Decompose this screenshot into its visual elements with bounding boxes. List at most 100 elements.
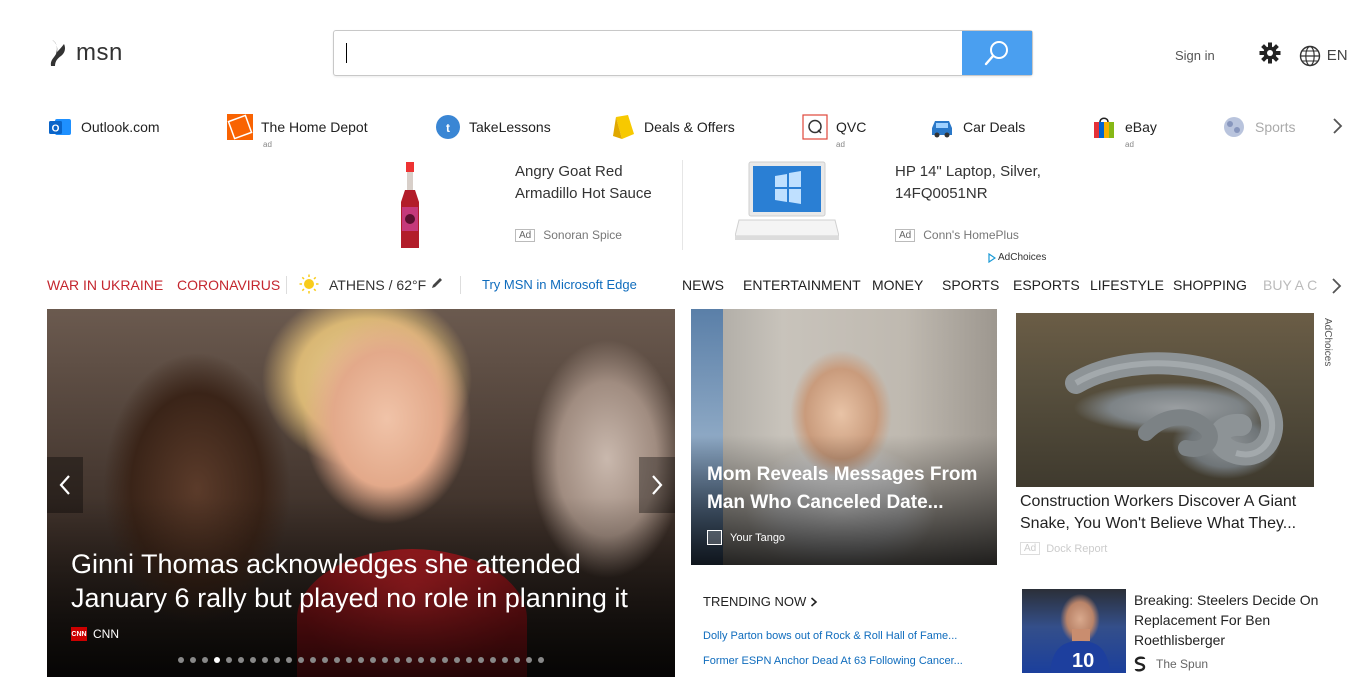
nav-coronavirus[interactable]: CORONAVIRUS	[177, 277, 280, 293]
carousel-dot[interactable]	[502, 657, 508, 663]
nav-news[interactable]: NEWS	[682, 277, 724, 293]
carousel-dot[interactable]	[382, 657, 388, 663]
quicklink-qvc[interactable]: QVC ad	[802, 114, 867, 149]
nav-next-button[interactable]	[1331, 278, 1343, 299]
hero-next-button[interactable]	[639, 457, 675, 513]
carousel-dot[interactable]	[214, 657, 220, 663]
nav-esports[interactable]: ESPORTS	[1013, 277, 1080, 293]
carousel-dot[interactable]	[202, 657, 208, 663]
nav-separator	[460, 276, 461, 294]
quicklink-ebay[interactable]: eBay ad	[1091, 114, 1157, 149]
nav-lifestyle[interactable]: LIFESTYLE	[1090, 277, 1164, 293]
nav-war-in-ukraine[interactable]: WAR IN UKRAINE	[47, 277, 163, 293]
carousel-dot[interactable]	[490, 657, 496, 663]
carousel-dot[interactable]	[454, 657, 460, 663]
carousel-dot[interactable]	[370, 657, 376, 663]
language-label: EN	[1326, 47, 1348, 64]
carousel-dot[interactable]	[238, 657, 244, 663]
carousel-dot[interactable]	[262, 657, 268, 663]
story-card-your-tango[interactable]: Mom Reveals Messages From Man Who Cancel…	[691, 309, 997, 565]
carousel-dot[interactable]	[394, 657, 400, 663]
carousel-dot[interactable]	[322, 657, 328, 663]
hero-prev-button[interactable]	[47, 457, 83, 513]
carousel-dot[interactable]	[466, 657, 472, 663]
carousel-dot[interactable]	[418, 657, 424, 663]
carousel-dot[interactable]	[190, 657, 196, 663]
carousel-dot[interactable]	[310, 657, 316, 663]
settings-button[interactable]	[1259, 42, 1281, 69]
language-selector[interactable]: EN	[1299, 45, 1348, 67]
chevron-right-icon	[1333, 118, 1343, 134]
steelers-story-image[interactable]: 10	[1022, 589, 1126, 673]
hero-headline[interactable]: Ginni Thomas acknowledges she attended J…	[71, 547, 671, 615]
trending-item[interactable]: Dolly Parton bows out of Rock & Roll Hal…	[703, 630, 957, 642]
carousel-dot[interactable]	[178, 657, 184, 663]
quicklink-label: TakeLessons	[469, 119, 551, 135]
carousel-dot[interactable]	[250, 657, 256, 663]
ad-laptop[interactable]: HP 14" Laptop, Silver, 14FQ0051NR Ad Con…	[735, 160, 1045, 255]
quicklink-sports[interactable]: Sports	[1221, 114, 1295, 140]
ad-headline[interactable]: Construction Workers Discover A Giant Sn…	[1020, 491, 1312, 535]
nav-entertainment[interactable]: ENTERTAINMENT	[743, 277, 861, 293]
ad-label: ad	[1125, 140, 1134, 149]
quicklink-label: eBay	[1125, 119, 1157, 135]
carousel-dot[interactable]	[298, 657, 304, 663]
ad-hot-sauce[interactable]: Angry Goat Red Armadillo Hot Sauce Ad So…	[385, 160, 675, 255]
nav-buy-a-car[interactable]: BUY A C	[1263, 277, 1323, 293]
adchoices-link[interactable]: AdChoices	[988, 252, 1046, 263]
ad-divider	[682, 160, 683, 250]
ad-attribution: Ad Conn's HomePlus	[895, 228, 1019, 242]
ad-card-snake[interactable]: Construction Workers Discover A Giant Sn…	[1016, 313, 1314, 563]
carousel-dot[interactable]	[226, 657, 232, 663]
quicklink-takelessons[interactable]: t TakeLessons	[435, 114, 551, 140]
search-button[interactable]	[962, 31, 1032, 75]
carousel-dot[interactable]	[514, 657, 520, 663]
search-input[interactable]	[334, 31, 962, 75]
steelers-headline[interactable]: Breaking: Steelers Decide On Replacement…	[1134, 590, 1324, 650]
weather-location[interactable]: ATHENS / 62°F	[329, 277, 426, 293]
msn-logo[interactable]: msn	[48, 38, 123, 68]
quicklink-label: Deals & Offers	[644, 119, 735, 135]
nav-money[interactable]: MONEY	[872, 277, 923, 293]
carousel-dot[interactable]	[526, 657, 532, 663]
sign-in-link[interactable]: Sign in	[1175, 48, 1215, 63]
quicklink-car-deals[interactable]: Car Deals	[929, 114, 1025, 140]
svg-text:10: 10	[1072, 650, 1094, 672]
adchoices-side-link[interactable]: AdChoices	[1322, 318, 1333, 366]
carousel-dot[interactable]	[286, 657, 292, 663]
nav-sports[interactable]: SPORTS	[942, 277, 999, 293]
quicklink-outlook[interactable]: O Outlook.com	[47, 114, 160, 140]
search-box	[333, 30, 1033, 76]
search-icon	[984, 41, 1008, 66]
carousel-dot[interactable]	[478, 657, 484, 663]
story-headline[interactable]: Mom Reveals Messages From Man Who Cancel…	[707, 461, 987, 517]
adchoices-side-label: AdChoices	[1322, 318, 1333, 367]
story-source: Your Tango	[707, 530, 785, 545]
hero-carousel[interactable]: Ginni Thomas acknowledges she attended J…	[47, 309, 675, 677]
quicklink-label: QVC	[836, 119, 867, 135]
carousel-dot[interactable]	[430, 657, 436, 663]
carousel-dot[interactable]	[334, 657, 340, 663]
carousel-dot[interactable]	[358, 657, 364, 663]
svg-text:t: t	[446, 121, 450, 135]
try-edge-link[interactable]: Try MSN in Microsoft Edge	[482, 277, 637, 292]
carousel-dot[interactable]	[538, 657, 544, 663]
nav-shopping[interactable]: SHOPPING	[1173, 277, 1247, 293]
text-caret	[346, 43, 347, 63]
quicklink-home-depot[interactable]: The Home Depot ad	[227, 114, 368, 149]
carousel-dot[interactable]	[406, 657, 412, 663]
trending-item[interactable]: Former ESPN Anchor Dead At 63 Following …	[703, 655, 963, 667]
snake-image	[1016, 313, 1314, 487]
quicklink-label: Car Deals	[963, 119, 1026, 135]
carousel-dot[interactable]	[442, 657, 448, 663]
trending-title: TRENDING NOW	[703, 594, 807, 609]
carousel-dot[interactable]	[346, 657, 352, 663]
carousel-dot[interactable]	[274, 657, 280, 663]
ebay-icon	[1091, 114, 1117, 140]
quicklink-deals[interactable]: Deals & Offers	[610, 114, 735, 140]
edit-pencil-icon[interactable]	[430, 276, 444, 293]
trending-now-heading[interactable]: TRENDING NOW	[703, 594, 818, 609]
nav-bar: WAR IN UKRAINE CORONAVIRUS ATHENS / 62°F…	[47, 274, 1347, 298]
ad-attribution: Ad Dock Report	[1020, 542, 1107, 555]
quicklinks-next-button[interactable]	[1332, 118, 1344, 139]
